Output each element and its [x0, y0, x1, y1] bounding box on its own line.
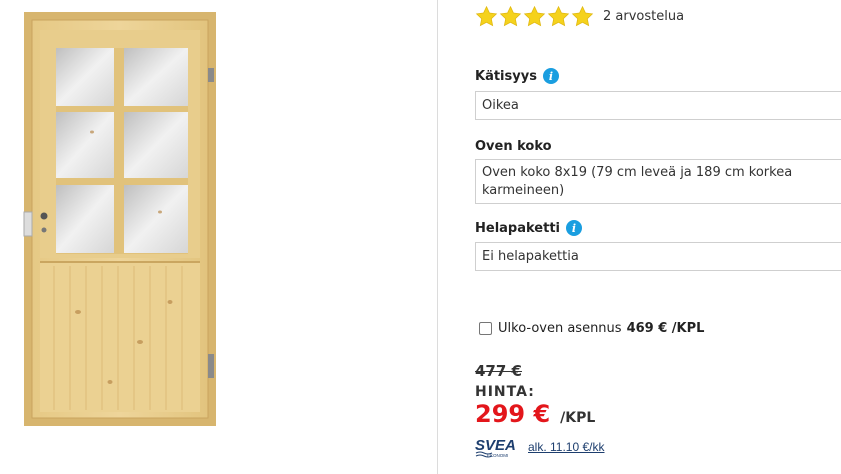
old-price: 477 € — [475, 362, 522, 380]
price-row: 299 € /KPL — [475, 400, 595, 428]
hardware-select[interactable]: Ei helapakettia — [475, 242, 841, 271]
financing: SVEA EKONOMI alk. 11.10 €/kk — [475, 436, 605, 460]
handedness-label: Kätisyys i — [475, 68, 559, 84]
column-divider — [437, 0, 438, 474]
star-icon — [547, 5, 570, 26]
price-unit: /KPL — [560, 410, 596, 426]
svea-logo: SVEA EKONOMI — [475, 437, 516, 458]
info-icon[interactable]: i — [566, 220, 583, 236]
review-count-link[interactable]: 2 arvostelua — [603, 9, 684, 24]
rating: 2 arvostelua — [475, 3, 684, 29]
star-icon — [523, 5, 546, 26]
door-size-label: Oven koko — [475, 139, 552, 154]
hardware-label: Helapaketti i — [475, 220, 583, 236]
financing-link[interactable]: alk. 11.10 €/kk — [528, 440, 605, 454]
handedness-select[interactable]: Oikea — [475, 91, 841, 120]
current-price: 299 € — [475, 400, 551, 428]
hardware-label-text: Helapaketti — [475, 220, 561, 236]
star-icon — [571, 5, 594, 26]
handedness-label-text: Kätisyys — [475, 68, 537, 84]
door-size-label-text: Oven koko — [475, 139, 552, 154]
product-image-door — [23, 12, 216, 426]
installation-price: 469 € /KPL — [626, 321, 705, 336]
installation-checkbox[interactable] — [479, 322, 492, 335]
info-icon[interactable]: i — [542, 68, 559, 84]
svea-logo-text: SVEA — [475, 437, 516, 454]
star-icon — [475, 5, 498, 26]
rating-stars — [475, 5, 594, 28]
installation-label: Ulko-oven asennus — [498, 321, 622, 336]
door-size-select[interactable]: Oven koko 8x19 (79 cm leveä ja 189 cm ko… — [475, 159, 841, 204]
price-label: HINTA: — [475, 384, 535, 400]
installation-option[interactable]: Ulko-oven asennus 469 € /KPL — [479, 321, 704, 336]
star-icon — [499, 5, 522, 26]
